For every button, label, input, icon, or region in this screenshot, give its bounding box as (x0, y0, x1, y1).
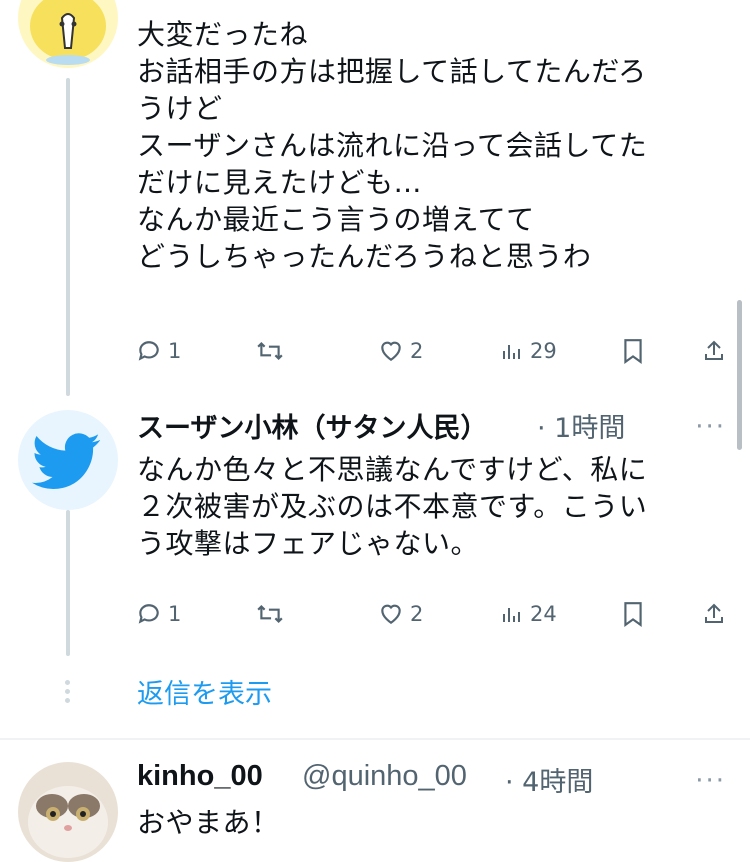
reply-icon (138, 604, 159, 624)
tweet2-line: ２次被害が及ぶのは不本意です。こうい (137, 490, 648, 523)
bookmark-button[interactable] (622, 331, 644, 371)
more-icon[interactable]: ··· (695, 412, 726, 442)
tweet3-display-name[interactable]: kinho_00 (137, 760, 263, 793)
avatar-user3[interactable] (18, 762, 118, 862)
thread-dots (64, 680, 72, 703)
avatar-user2[interactable] (18, 410, 118, 510)
tweet1-line: 大変だったね (137, 18, 309, 51)
reply-button[interactable]: 1 (136, 594, 181, 634)
retweet-button[interactable] (256, 331, 284, 371)
tweet2-display-name[interactable]: スーザン小林（サタン人民） (137, 406, 487, 445)
like-button[interactable]: 2 (378, 594, 423, 634)
tweet1-text: 大変だったね お話相手の方は把握して話してたんだろ うけど スーザンさんは流れに… (137, 16, 647, 275)
avatar-illustration (30, 0, 106, 65)
like-count: 2 (410, 339, 424, 363)
reply-count: 1 (168, 602, 182, 626)
cat-avatar-illustration (28, 786, 108, 858)
bookmark-icon (624, 602, 642, 627)
views-button[interactable]: 29 (500, 331, 557, 371)
thread-line-bottom (66, 510, 70, 656)
tweet3-text: おやまあ！ (137, 806, 280, 839)
more-icon[interactable]: ··· (695, 766, 726, 796)
views-count: 29 (530, 339, 557, 363)
views-count: 24 (530, 602, 557, 626)
tweet1-actions: 1 2 29 (0, 331, 750, 371)
retweet-icon (257, 604, 283, 624)
like-count: 2 (410, 602, 424, 626)
like-button[interactable]: 2 (378, 331, 423, 371)
tweet1-line: スーザンさんは流れに沿って会話してた (137, 129, 648, 162)
bookmark-button[interactable] (622, 594, 644, 634)
share-button[interactable] (702, 331, 726, 371)
tweet1-line: だけに見えたけども… (137, 166, 423, 199)
retweet-icon (257, 341, 283, 361)
reply-icon (138, 341, 159, 361)
tweet1-line: お話相手の方は把握して話してたんだろ (137, 55, 647, 88)
twitter-bird-icon (32, 433, 101, 490)
tweet3-handle[interactable]: @quinho_00 (302, 760, 467, 793)
views-button[interactable]: 24 (500, 594, 557, 634)
heart-icon (381, 341, 401, 361)
share-icon (705, 603, 723, 623)
show-replies-link[interactable]: 返信を表示 (137, 672, 272, 711)
tweet1-line: うけど (137, 92, 223, 125)
reply-count: 1 (168, 339, 182, 363)
tweet2-time[interactable]: · 1時間 (537, 406, 625, 445)
retweet-button[interactable] (256, 594, 284, 634)
tweet1-line: なんか最近こう言うの増えてて (137, 203, 535, 236)
heart-icon (381, 604, 401, 624)
tweet2-actions: 1 2 24 (0, 594, 750, 634)
scrollbar[interactable] (737, 300, 742, 450)
divider (0, 738, 750, 740)
bookmark-icon (624, 339, 642, 364)
tweet1-line: どうしちゃったんだろうねと思うわ (137, 240, 592, 273)
reply-button[interactable]: 1 (136, 331, 181, 371)
views-icon (503, 608, 520, 622)
tweet2-line: なんか色々と不思議なんですけど、私に (137, 453, 648, 486)
views-icon (503, 345, 520, 359)
tweet2-text: なんか色々と不思議なんですけど、私に ２次被害が及ぶのは不本意です。こうい う攻… (137, 451, 647, 562)
avatar-user1[interactable] (18, 0, 118, 68)
share-button[interactable] (702, 594, 726, 634)
tweet3-time[interactable]: · 4時間 (505, 760, 593, 799)
tweet2-line: う攻撃はフェアじゃない。 (137, 527, 480, 560)
share-icon (705, 340, 723, 360)
